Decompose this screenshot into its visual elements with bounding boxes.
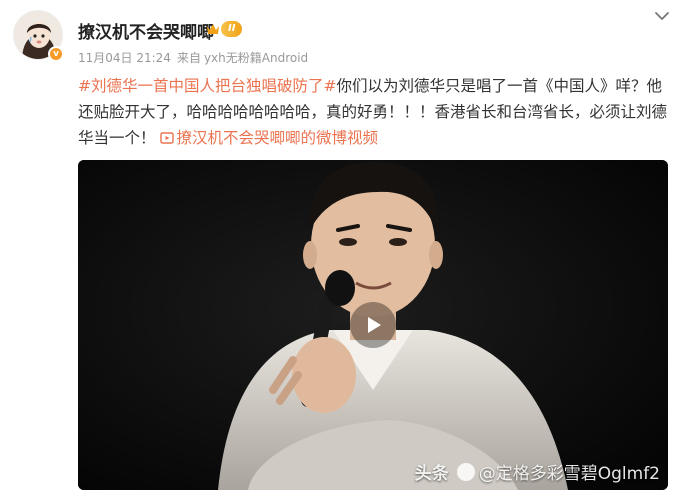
weibo-post-card: v 撩汉机不会哭唧唧 II 11月04日 21:24 来自 yxh无粉籍Androi… (0, 0, 683, 503)
chevron-down-icon[interactable] (652, 8, 672, 24)
source-prefix: 来自 (176, 51, 201, 65)
play-button[interactable] (350, 302, 396, 348)
video-link[interactable]: 撩汉机不会哭唧唧的微博视频 (160, 129, 378, 147)
video-link-icon (160, 132, 175, 144)
video-player[interactable]: 头条 @定格多彩雪碧Oglmf2 (78, 160, 668, 490)
post-source: yxh无粉籍Android (203, 51, 309, 65)
post-meta: 11月04日 21:24 来自 yxh无粉籍Android (78, 49, 314, 66)
watermark-text: @定格多彩雪碧Oglmf2 (478, 464, 660, 484)
hashtag-link[interactable]: #刘德华一首中国人把台独唱破防了# (78, 77, 336, 95)
crown-icon (207, 24, 219, 34)
username[interactable]: 撩汉机不会哭唧唧 (78, 18, 214, 43)
play-icon (368, 317, 381, 333)
video-link-label: 撩汉机不会哭唧唧的微博视频 (176, 129, 378, 147)
watermark-source: 头条 (414, 464, 449, 484)
post-timestamp[interactable]: 11月04日 21:24 (78, 51, 171, 65)
watermark-icon (456, 462, 475, 481)
video-watermark: 头条 @定格多彩雪碧Oglmf2 (415, 459, 660, 484)
post-text: #刘德华一首中国人把台独唱破防了#你们以为刘德华只是唱了一首《中国人》咩？他还贴… (78, 73, 668, 151)
level-label: II (221, 21, 243, 37)
user-level-badge: II (206, 20, 243, 38)
verified-icon: v (48, 46, 64, 62)
